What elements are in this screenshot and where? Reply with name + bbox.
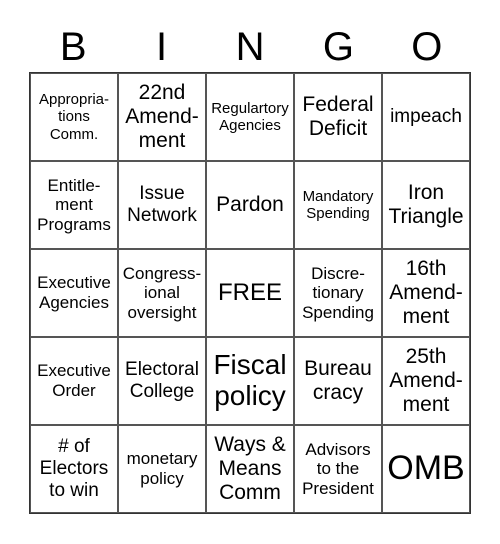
bingo-cell[interactable]: # of Electors to win (30, 425, 118, 513)
cell-text: 25th Amend- ment (389, 344, 463, 417)
cell-text: Entitle- ment Programs (37, 175, 111, 234)
header-letter-b: B (59, 25, 87, 69)
cell-text: Regulartory Agencies (211, 99, 289, 134)
bingo-cell[interactable]: monetary policy (118, 425, 206, 513)
bingo-cell[interactable]: Mandatory Spending (294, 161, 382, 249)
bingo-cell[interactable]: Appropria- tions Comm. (30, 73, 118, 161)
header-letter-i: I (156, 25, 168, 69)
bingo-cell[interactable]: Electoral College (118, 337, 206, 425)
bingo-cell[interactable]: impeach (382, 73, 470, 161)
cell-text: Bureau cracy (304, 356, 372, 404)
cell-text: Congress- ional oversight (122, 263, 202, 322)
cell-text: Issue Network (127, 183, 197, 226)
bingo-header: B I N G O (29, 22, 471, 72)
bingo-cell[interactable]: Federal Deficit (294, 73, 382, 161)
cell-text: Ways & Means Comm (214, 432, 286, 505)
cell-text: Electoral College (125, 359, 199, 402)
bingo-cell[interactable]: Bureau cracy (294, 337, 382, 425)
header-letter-n: N (235, 25, 265, 69)
bingo-cell[interactable]: 16th Amend- ment (382, 249, 470, 337)
cell-text: Executive Agencies (37, 273, 111, 312)
cell-text: Appropria- tions Comm. (38, 91, 110, 143)
cell-text: Executive Order (37, 361, 111, 400)
bingo-cell[interactable]: Ways & Means Comm (206, 425, 294, 513)
bingo-cell[interactable]: Pardon (206, 161, 294, 249)
bingo-cell[interactable]: 25th Amend- ment (382, 337, 470, 425)
bingo-cell[interactable]: Discre- tionary Spending (294, 249, 382, 337)
cell-text: Advisors to the President (302, 439, 374, 498)
cell-text: Pardon (216, 192, 284, 216)
bingo-cell[interactable]: OMB (382, 425, 470, 513)
bingo-cell[interactable]: Issue Network (118, 161, 206, 249)
cell-text: 16th Amend- ment (389, 256, 463, 329)
cell-text: monetary policy (126, 449, 198, 488)
cell-text: FREE (217, 279, 282, 307)
bingo-cell[interactable]: Advisors to the President (294, 425, 382, 513)
cell-text: Federal Deficit (302, 92, 374, 140)
bingo-cell[interactable]: Congress- ional oversight (118, 249, 206, 337)
free-space[interactable]: FREE (206, 249, 294, 337)
cell-text: Discre- tionary Spending (302, 263, 374, 322)
bingo-cell[interactable]: 22nd Amend- ment (118, 73, 206, 161)
cell-text: Fiscal policy (213, 349, 287, 411)
cell-text: # of Electors to win (39, 436, 109, 501)
cell-text: Mandatory Spending (302, 187, 374, 222)
cell-text: OMB (387, 449, 465, 488)
bingo-cell[interactable]: Regulartory Agencies (206, 73, 294, 161)
bingo-cell[interactable]: Entitle- ment Programs (30, 161, 118, 249)
bingo-cell[interactable]: Fiscal policy (206, 337, 294, 425)
bingo-cell[interactable]: Executive Order (30, 337, 118, 425)
bingo-card: Appropria- tions Comm. 22nd Amend- ment … (29, 72, 471, 514)
bingo-cell[interactable]: Iron Triangle (382, 161, 470, 249)
cell-text: Iron Triangle (388, 180, 464, 228)
header-letter-g: G (322, 25, 354, 69)
header-letter-o: O (411, 25, 443, 69)
cell-text: 22nd Amend- ment (125, 80, 199, 153)
bingo-cell[interactable]: Executive Agencies (30, 249, 118, 337)
cell-text: impeach (390, 106, 462, 128)
